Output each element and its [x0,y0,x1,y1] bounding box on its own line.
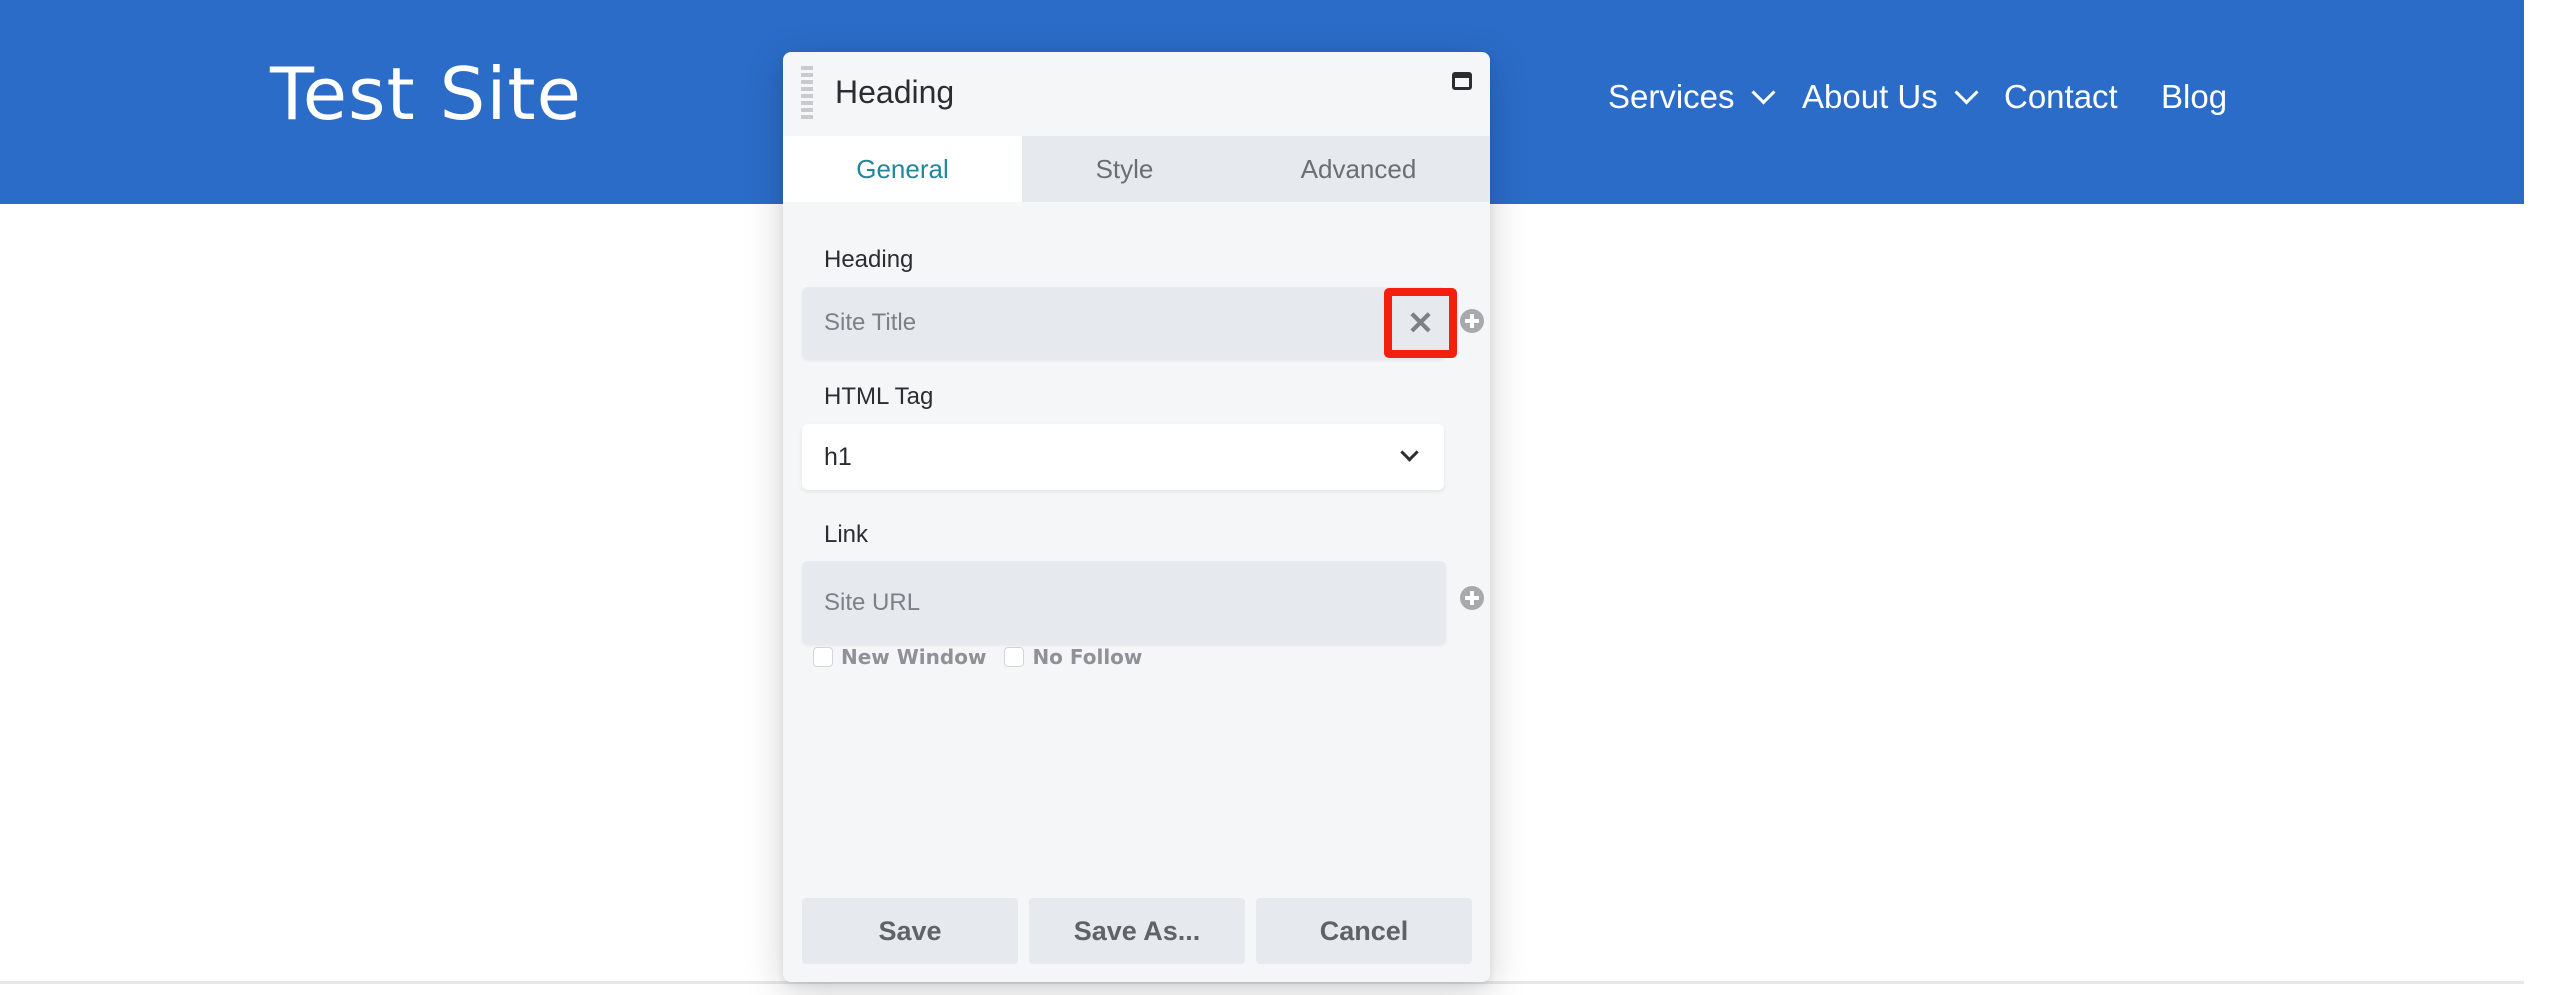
link-input-value: Site URL [824,588,921,616]
no-follow-checkbox[interactable] [1004,647,1025,667]
dialog-title: Heading [835,74,955,110]
dialog-tabs: General Style Advanced [783,136,1490,202]
nav-item-label: Contact [2004,78,2118,115]
nav-item-blog[interactable]: Blog [2161,78,2227,116]
nav-item-label: Blog [2161,78,2228,115]
chevron-down-icon [1751,79,1776,105]
link-field-label: Link [824,521,869,548]
link-options: New Window No Follow [813,645,1160,669]
close-icon: ✕ [1407,305,1434,341]
html-tag-selected-value: h1 [824,442,852,471]
link-input[interactable]: Site URL [802,561,1446,644]
nav-item-contact[interactable]: Contact [2004,78,2118,116]
clear-connection-button[interactable]: ✕ [1384,288,1457,358]
dialog-header: Heading [783,52,1490,136]
nav-item-about-us[interactable]: About Us [1802,78,1979,116]
cancel-button[interactable]: Cancel [1256,898,1472,964]
nav-item-services[interactable]: Services [1608,78,1776,116]
tab-general[interactable]: General [783,136,1022,202]
maximize-icon[interactable] [1452,72,1472,90]
new-window-label[interactable]: New Window [841,645,986,669]
new-window-checkbox[interactable] [813,647,833,667]
nav-item-label: Services [1608,78,1735,115]
save-button[interactable]: Save [802,898,1018,964]
save-as-button[interactable]: Save As... [1029,898,1245,964]
no-follow-label[interactable]: No Follow [1032,645,1142,669]
drag-handle-icon[interactable] [801,66,813,122]
chevron-down-icon [1954,79,1979,105]
add-connection-icon[interactable] [1460,309,1484,333]
page-scroll-gutter [2524,0,2560,995]
heading-input-value: Site Title [824,309,917,336]
html-tag-select[interactable]: h1 [802,424,1444,490]
chevron-down-icon [1400,443,1419,462]
add-connection-icon[interactable] [1460,586,1484,610]
heading-settings-dialog: Heading General Style Advanced Heading S… [783,52,1490,982]
heading-input[interactable]: Site Title [802,287,1446,359]
tab-style[interactable]: Style [1022,136,1227,202]
tab-advanced[interactable]: Advanced [1227,136,1490,202]
heading-field-label: Heading [824,246,914,273]
html-tag-field-label: HTML Tag [824,383,934,410]
nav-item-label: About Us [1802,78,1938,115]
site-title[interactable]: Test Site [270,52,582,136]
